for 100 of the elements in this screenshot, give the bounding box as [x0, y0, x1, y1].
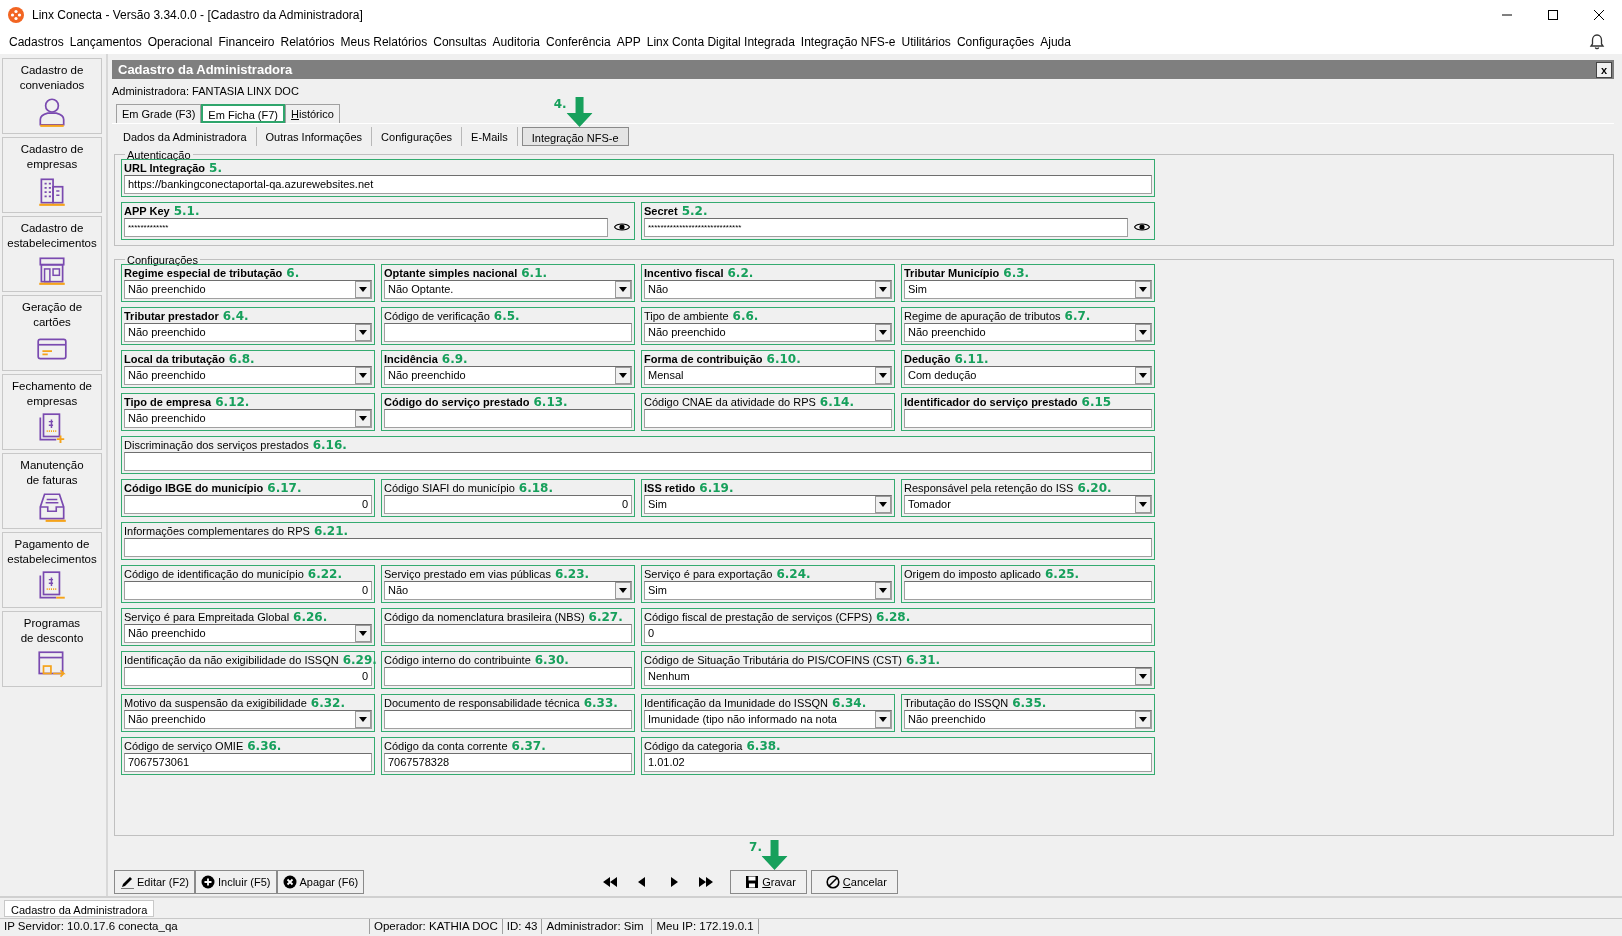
- field-label: Tipo de ambiente: [644, 308, 729, 323]
- dropdown[interactable]: Não preenchido: [124, 322, 372, 342]
- eye-icon[interactable]: [1134, 222, 1150, 232]
- text-field[interactable]: [904, 408, 1152, 428]
- text-field[interactable]: 7067573061: [124, 752, 372, 772]
- record-button[interactable]: Apagar (F6): [276, 870, 365, 894]
- tab[interactable]: Configurações: [372, 127, 463, 146]
- maximize-icon[interactable]: [1547, 9, 1559, 21]
- menu-item[interactable]: Integração NFS-e: [797, 33, 899, 51]
- tab[interactable]: E-Mails: [462, 127, 518, 146]
- dropdown[interactable]: Com dedução: [904, 365, 1152, 385]
- menu-item[interactable]: Ajuda: [1037, 33, 1074, 51]
- text-field[interactable]: 0: [124, 494, 372, 514]
- dropdown[interactable]: Nenhum: [644, 666, 1152, 686]
- field-label: Código de identificação do município: [124, 566, 304, 581]
- sidebar-item[interactable]: Manutenção de faturas: [2, 453, 102, 529]
- step-number: 6.11.: [954, 351, 989, 366]
- menu-item[interactable]: Financeiro: [215, 33, 278, 51]
- text-field[interactable]: [644, 408, 892, 428]
- eye-icon[interactable]: [614, 222, 630, 232]
- text-field[interactable]: [384, 709, 632, 729]
- dropdown[interactable]: Não: [384, 580, 632, 600]
- text-field[interactable]: [904, 580, 1152, 600]
- tab[interactable]: Histórico: [285, 103, 340, 123]
- menu-item[interactable]: Utilitários: [898, 33, 954, 51]
- step-number: 6.6.: [732, 308, 759, 323]
- sidebar-item[interactable]: Cadastro de estabelecimentos: [2, 216, 102, 292]
- dropdown[interactable]: Sim: [644, 580, 892, 600]
- text-field[interactable]: 0: [644, 623, 1152, 643]
- dropdown[interactable]: Não preenchido: [124, 623, 372, 643]
- dropdown[interactable]: Não preenchido: [904, 322, 1152, 342]
- menu-item[interactable]: Auditoria: [489, 33, 543, 51]
- text-field[interactable]: 0: [384, 494, 632, 514]
- text-field[interactable]: 0: [124, 666, 372, 686]
- sidebar-item[interactable]: Fechamento de empresas: [2, 374, 102, 450]
- sidebar-item[interactable]: Programas de desconto: [2, 611, 102, 687]
- step-number: 6.8.: [228, 351, 255, 366]
- dropdown[interactable]: Não preenchido: [124, 408, 372, 428]
- save-button[interactable]: Gravar: [730, 870, 807, 894]
- dropdown[interactable]: Mensal: [644, 365, 892, 385]
- text-field[interactable]: [384, 322, 632, 342]
- menu-item[interactable]: Consultas: [430, 33, 490, 51]
- tab[interactable]: Em Grade (F3): [116, 103, 202, 123]
- dropdown[interactable]: Não preenchido: [904, 709, 1152, 729]
- dropdown[interactable]: Sim: [904, 279, 1152, 299]
- dropdown[interactable]: Sim: [644, 494, 892, 514]
- tab[interactable]: Integração NFS-e: [521, 127, 629, 146]
- text-field[interactable]: [124, 451, 1152, 471]
- last-record-icon[interactable]: [698, 876, 715, 888]
- sidebar-item[interactable]: Cadastro de empresas: [2, 137, 102, 213]
- dropdown[interactable]: Não preenchido: [644, 322, 892, 342]
- first-record-icon[interactable]: [602, 876, 619, 888]
- password-field[interactable]: *************: [124, 217, 608, 237]
- close-button[interactable]: x: [1596, 61, 1612, 78]
- bell-icon[interactable]: [1588, 33, 1606, 51]
- menu-item[interactable]: Relatórios: [277, 33, 338, 51]
- tab[interactable]: Dados da Administradora: [114, 127, 257, 146]
- dropdown[interactable]: Não preenchido: [124, 365, 372, 385]
- menu-item[interactable]: Operacional: [144, 33, 216, 51]
- text-field[interactable]: [384, 623, 632, 643]
- password-field[interactable]: ******************************: [644, 217, 1128, 237]
- sidebar-item[interactable]: Geração de cartões: [2, 295, 102, 371]
- tab[interactable]: Outras Informações: [256, 127, 373, 146]
- menu-item[interactable]: Lançamentos: [66, 33, 145, 51]
- menu-item[interactable]: Meus Relatórios: [337, 33, 431, 51]
- close-icon[interactable]: [1593, 9, 1605, 21]
- dropdown[interactable]: Não: [644, 279, 892, 299]
- text-field[interactable]: 7067578328: [384, 752, 632, 772]
- sidebar-item[interactable]: Cadastro de conveniados: [2, 58, 102, 134]
- field-label: Identificador do serviço prestado: [904, 394, 1078, 409]
- record-button[interactable]: Editar (F2): [114, 870, 195, 894]
- text-field[interactable]: [384, 666, 632, 686]
- menu-item[interactable]: Linx Conta Digital Integrada: [643, 33, 798, 51]
- field-label: Tributação do ISSQN: [904, 695, 1009, 710]
- menu-item[interactable]: Configurações: [953, 33, 1038, 51]
- text-field[interactable]: [124, 537, 1152, 557]
- dropdown[interactable]: Não Optante.: [384, 279, 632, 299]
- text-field[interactable]: 1.01.02: [644, 752, 1152, 772]
- menu-item[interactable]: APP: [613, 33, 644, 51]
- dropdown[interactable]: Não preenchido: [124, 709, 372, 729]
- field-label: Incentivo fiscal: [644, 265, 724, 280]
- field-label: Regime de apuração de tributos: [904, 308, 1061, 323]
- record-button[interactable]: Incluir (F5): [194, 870, 277, 894]
- field-label: Secret: [644, 203, 678, 218]
- cancel-button[interactable]: Cancelar: [810, 870, 898, 894]
- menu-item[interactable]: Conferência: [543, 33, 614, 51]
- text-field[interactable]: https://bankingconectaportal-qa.azurewebsites.net: [124, 174, 1152, 194]
- tab[interactable]: Em Ficha (F7): [201, 103, 286, 123]
- panel-title: Cadastro da Administradora: [117, 60, 293, 79]
- text-field[interactable]: [384, 408, 632, 428]
- text-field[interactable]: 0: [124, 580, 372, 600]
- window-tab[interactable]: Cadastro da Administradora: [4, 900, 155, 917]
- dropdown[interactable]: Não preenchido: [384, 365, 632, 385]
- sidebar-item[interactable]: Pagamento de estabelecimentos: [2, 532, 102, 608]
- step-number: 6.33.: [583, 695, 618, 710]
- dropdown[interactable]: Não preenchido: [124, 279, 372, 299]
- step-number: 6.16.: [312, 437, 347, 452]
- dropdown[interactable]: Tomador: [904, 494, 1152, 514]
- menu-item[interactable]: Cadastros: [6, 33, 67, 51]
- dropdown[interactable]: Imunidade (tipo não informado na nota: [644, 709, 892, 729]
